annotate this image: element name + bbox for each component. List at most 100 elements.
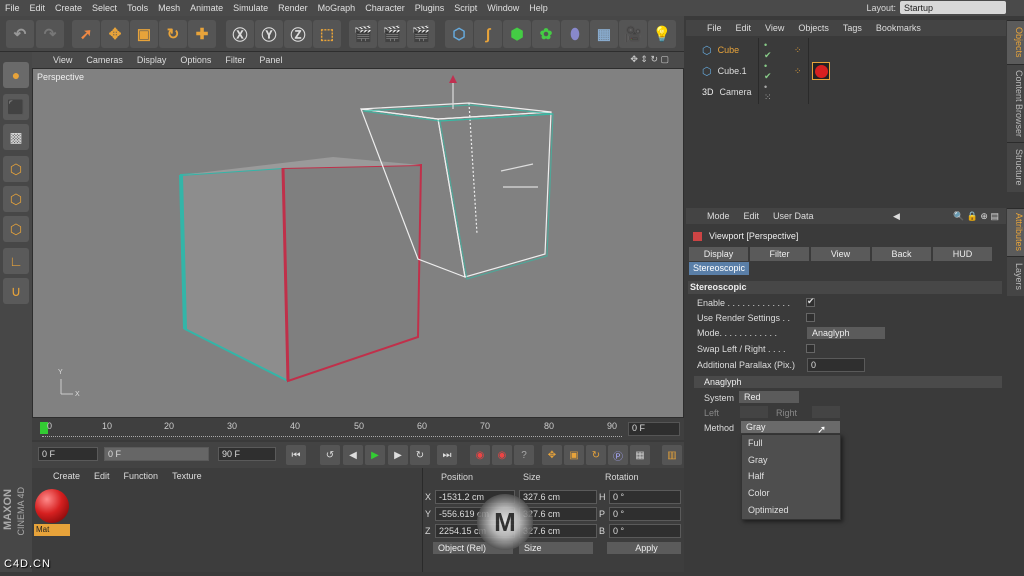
- attr-menu-userdata[interactable]: User Data: [766, 211, 821, 221]
- visibility-check-icon[interactable]: • ✔: [764, 40, 772, 61]
- popup-item-full[interactable]: Full: [742, 435, 840, 452]
- visibility-check-icon[interactable]: • ✔: [764, 61, 772, 82]
- attr-menu-edit[interactable]: Edit: [737, 211, 767, 221]
- obj-menu-tags[interactable]: Tags: [836, 23, 869, 33]
- object-row-cube1[interactable]: ⬡ Cube.1 • ✔ ⁘: [690, 61, 830, 81]
- apply-button[interactable]: Apply: [607, 542, 681, 554]
- back-arrow-icon[interactable]: ◀: [886, 211, 907, 222]
- menu-file[interactable]: File: [0, 3, 25, 13]
- viewport[interactable]: Perspective Y X: [32, 68, 684, 418]
- cube-icon[interactable]: ⬡: [445, 20, 473, 48]
- goto-end-icon[interactable]: ⏭: [437, 445, 457, 465]
- menu-mesh[interactable]: Mesh: [153, 3, 185, 13]
- viewport-nav-icons[interactable]: ✥ ⇕ ↻ ▢: [623, 54, 676, 65]
- popup-item-color[interactable]: Color: [742, 485, 840, 502]
- obj-menu-view[interactable]: View: [758, 23, 791, 33]
- keyframe-selection-icon[interactable]: ?: [514, 445, 534, 465]
- key-scale-icon[interactable]: ▣: [564, 445, 584, 465]
- render-settings-icon[interactable]: 🎬: [407, 20, 435, 48]
- mat-menu-function[interactable]: Function: [117, 471, 166, 481]
- side-tab-layers[interactable]: Layers: [1007, 256, 1024, 296]
- record-icon[interactable]: ◉: [470, 445, 490, 465]
- tab-display[interactable]: Display: [689, 247, 748, 261]
- live-select-icon[interactable]: ➚: [72, 20, 100, 48]
- obj-menu-edit[interactable]: Edit: [729, 23, 759, 33]
- next-key-icon[interactable]: ↻: [410, 445, 430, 465]
- side-tab-attributes[interactable]: Attributes: [1007, 208, 1024, 256]
- vp-menu-display[interactable]: Display: [130, 55, 174, 65]
- x-axis-icon[interactable]: Ⓧ: [226, 20, 254, 48]
- spline-icon[interactable]: ∫: [474, 20, 502, 48]
- make-editable-icon[interactable]: ●: [3, 62, 29, 88]
- layout-dropdown[interactable]: Startup: [900, 1, 1006, 14]
- tab-back[interactable]: Back: [872, 247, 931, 261]
- texture-mode-icon[interactable]: ▩: [3, 124, 29, 150]
- tab-hud[interactable]: HUD: [933, 247, 992, 261]
- object-row-camera[interactable]: 3D Camera • ⁙: [690, 82, 772, 102]
- vp-menu-options[interactable]: Options: [173, 55, 218, 65]
- key-pla-icon[interactable]: ▦: [630, 445, 650, 465]
- start-frame-field[interactable]: 0 F: [38, 447, 98, 461]
- menu-character[interactable]: Character: [360, 3, 410, 13]
- range-start-field[interactable]: 0 F: [104, 447, 209, 461]
- side-tab-objects[interactable]: Objects: [1007, 20, 1024, 64]
- mat-menu-create[interactable]: Create: [46, 471, 87, 481]
- menu-help[interactable]: Help: [524, 3, 553, 13]
- object-row-cube[interactable]: ⬡ Cube • ✔ ⁘: [690, 40, 802, 60]
- visibility-icon[interactable]: • ⁙: [764, 82, 772, 103]
- attr-menu-mode[interactable]: Mode: [700, 211, 737, 221]
- menu-simulate[interactable]: Simulate: [228, 3, 273, 13]
- left-color-swatch[interactable]: [740, 406, 768, 418]
- tab-stereoscopic[interactable]: Stereoscopic: [689, 262, 749, 275]
- transform-icon[interactable]: ✚: [188, 20, 216, 48]
- enable-checkbox[interactable]: ✔: [806, 296, 815, 307]
- rot-b-field[interactable]: 0 °: [609, 524, 681, 538]
- system-dropdown[interactable]: Red: [739, 391, 799, 403]
- polygons-mode-icon[interactable]: ⬡: [3, 216, 29, 242]
- nurbs-icon[interactable]: ⬢: [503, 20, 531, 48]
- parallax-field[interactable]: 0: [807, 358, 865, 372]
- vp-menu-filter[interactable]: Filter: [218, 55, 252, 65]
- autokey-icon[interactable]: ◉: [492, 445, 512, 465]
- tab-filter[interactable]: Filter: [750, 247, 809, 261]
- model-mode-icon[interactable]: ⬛: [3, 94, 29, 120]
- goto-start-icon[interactable]: ⏮: [286, 445, 306, 465]
- move-icon[interactable]: ✥: [101, 20, 129, 48]
- swap-checkbox[interactable]: [806, 344, 815, 353]
- array-icon[interactable]: ✿: [532, 20, 560, 48]
- popup-item-gray[interactable]: Gray: [742, 452, 840, 469]
- mat-menu-texture[interactable]: Texture: [165, 471, 209, 481]
- material-tag-icon[interactable]: [812, 62, 830, 80]
- undo-icon[interactable]: ↶: [6, 20, 34, 48]
- scale-icon[interactable]: ▣: [130, 20, 158, 48]
- tag-icon[interactable]: ⁘: [794, 66, 802, 77]
- attr-tool-icons[interactable]: 🔍 🔒 ⊕ ▤: [946, 211, 1006, 222]
- render-view-icon[interactable]: 🎬: [349, 20, 377, 48]
- mat-menu-edit[interactable]: Edit: [87, 471, 117, 481]
- vp-menu-cameras[interactable]: Cameras: [79, 55, 130, 65]
- rot-h-field[interactable]: 0 °: [609, 490, 681, 504]
- rot-p-field[interactable]: 0 °: [609, 507, 681, 521]
- right-color-swatch[interactable]: [812, 406, 840, 418]
- rotate-icon[interactable]: ↻: [159, 20, 187, 48]
- menu-create[interactable]: Create: [50, 3, 87, 13]
- size-x-field[interactable]: 327.6 cm: [519, 490, 597, 504]
- mode-dropdown[interactable]: Anaglyph: [807, 327, 885, 339]
- timeline[interactable]: 0 10 20 30 40 50 60 70 80 90 0 F: [32, 418, 684, 440]
- tab-view[interactable]: View: [811, 247, 870, 261]
- redo-icon[interactable]: ↷: [36, 20, 64, 48]
- edges-mode-icon[interactable]: ⬡: [3, 186, 29, 212]
- side-tab-content-browser[interactable]: Content Browser: [1007, 64, 1024, 142]
- render-picture-icon[interactable]: 🎬: [378, 20, 406, 48]
- key-rotation-icon[interactable]: ↻: [586, 445, 606, 465]
- material-swatch[interactable]: Mat: [34, 488, 70, 536]
- deformer-icon[interactable]: ⬮: [561, 20, 589, 48]
- coord-system-icon[interactable]: ⬚: [313, 20, 341, 48]
- obj-menu-objects[interactable]: Objects: [791, 23, 836, 33]
- prev-frame-icon[interactable]: ◀: [343, 445, 363, 465]
- use-render-checkbox[interactable]: [806, 313, 815, 322]
- end-frame-field[interactable]: 90 F: [218, 447, 276, 461]
- obj-menu-file[interactable]: File: [700, 23, 729, 33]
- menu-render[interactable]: Render: [273, 3, 313, 13]
- floor-icon[interactable]: ▦: [590, 20, 618, 48]
